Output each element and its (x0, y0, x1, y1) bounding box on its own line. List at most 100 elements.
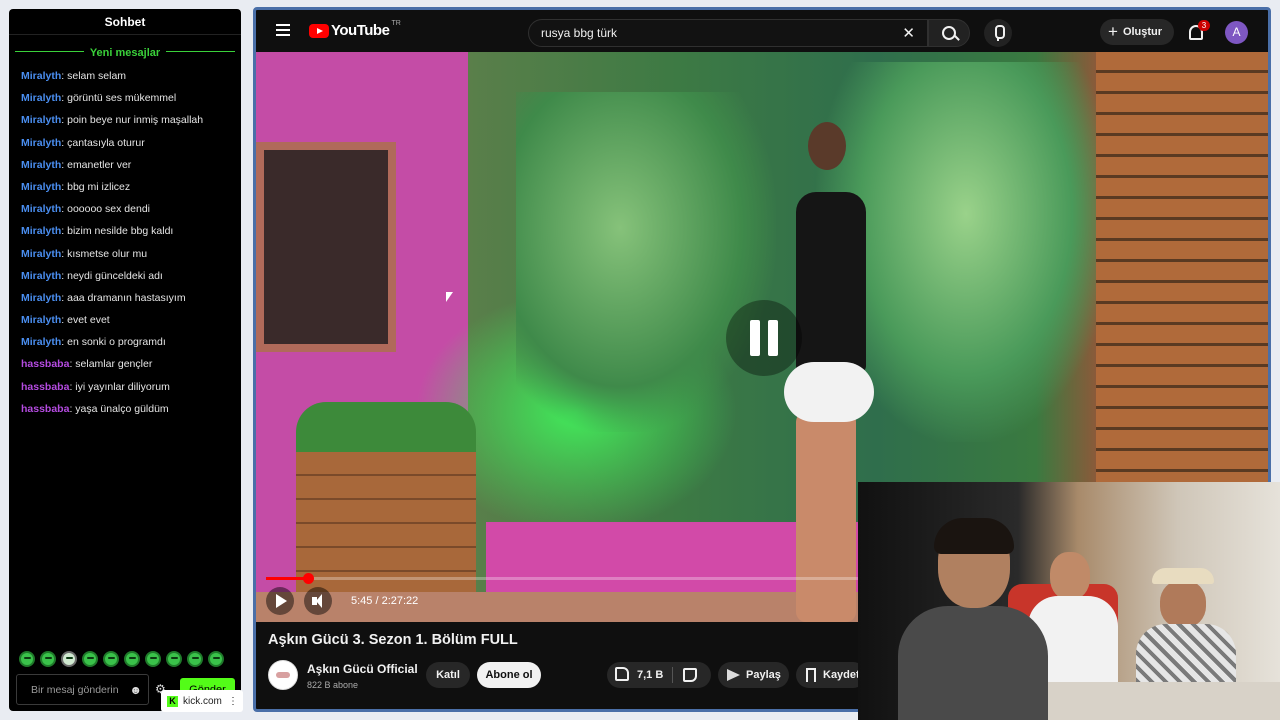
join-button[interactable]: Katıl (426, 662, 470, 688)
scene-person-skirt (784, 362, 874, 422)
frog-emote-icon[interactable] (187, 651, 203, 667)
share-button[interactable]: Paylaş (718, 662, 789, 688)
thumbs-down-icon[interactable] (683, 668, 697, 682)
chat-message-author[interactable]: Miralyth (21, 92, 61, 104)
chat-message-author[interactable]: Miralyth (21, 292, 61, 304)
scene-window (256, 142, 396, 352)
chat-message-author[interactable]: Miralyth (21, 248, 61, 260)
kick-url: kick.com (183, 695, 222, 707)
progress-played (266, 577, 308, 580)
more-options-icon[interactable]: ⋮ (228, 696, 238, 707)
panda-emote-icon[interactable] (61, 651, 77, 667)
notification-badge: 3 (1198, 20, 1210, 31)
like-count[interactable]: 7,1 B (637, 662, 663, 688)
scene-planter (296, 452, 476, 592)
chat-message: Miralyth: çantasıyla oturur (21, 132, 241, 154)
kick-logo-icon: K (167, 695, 178, 707)
chat-message-author[interactable]: Miralyth (21, 159, 61, 171)
frog-emote-icon[interactable] (145, 651, 161, 667)
youtube-play-logo-icon (309, 23, 329, 38)
frog-emote-icon[interactable] (208, 651, 224, 667)
webcam-overlay (858, 482, 1280, 720)
frog-emote-icon[interactable] (19, 651, 35, 667)
chat-message-author[interactable]: Miralyth (21, 336, 61, 348)
kick-url-bar[interactable]: K kick.com ⋮ (161, 690, 243, 712)
chat-message-text: : neydi günceldeki adı (61, 269, 163, 282)
webcam-person-hat (1152, 568, 1214, 584)
region-code: TR (391, 20, 401, 27)
like-dislike-group: 7,1 B (607, 662, 711, 688)
create-button[interactable]: + Oluştur (1100, 19, 1174, 45)
chat-message-text: : yaşa ünalço güldüm (69, 402, 169, 415)
menu-icon[interactable] (276, 24, 290, 36)
webcam-person-body (898, 606, 1048, 720)
chat-message: hassbaba: yaşa ünalço güldüm (21, 398, 241, 420)
bookmark-icon (806, 668, 816, 682)
share-label: Paylaş (746, 669, 781, 681)
chat-message-author[interactable]: Miralyth (21, 114, 61, 126)
chat-message-author[interactable]: Miralyth (21, 314, 61, 326)
scene-plants (296, 402, 476, 452)
webcam-streamer (898, 518, 1048, 720)
chat-input-placeholder: Bir mesaj gönderin (31, 683, 119, 696)
chat-message-text: : evet evet (61, 314, 110, 327)
channel-name[interactable]: Aşkın Gücü Official (307, 662, 418, 676)
webcam-person-hair (934, 518, 1014, 554)
chat-message: Miralyth: poin beye nur inmiş maşallah (21, 109, 241, 131)
chat-message-author[interactable]: Miralyth (21, 181, 61, 193)
emoji-icon[interactable]: ☻ (129, 683, 142, 697)
chat-message: Miralyth: emanetler ver (21, 154, 241, 176)
chat-message-author[interactable]: hassbaba (21, 358, 69, 370)
frog-emote-icon[interactable] (40, 651, 56, 667)
thumbs-up-icon[interactable] (615, 667, 629, 681)
notifications-bell-icon[interactable]: 3 (1186, 20, 1210, 42)
save-button[interactable]: Kaydet (796, 662, 866, 688)
progress-scrubber-handle[interactable] (302, 573, 314, 584)
frog-emote-icon[interactable] (103, 651, 119, 667)
search-query: rusya bbg türk (541, 26, 618, 40)
search-input[interactable]: rusya bbg türk ✕ (528, 19, 928, 47)
divider (672, 667, 673, 683)
youtube-header: YouTube TR rusya bbg türk ✕ + Oluştur 3 … (256, 10, 1268, 52)
chat-message-input[interactable]: Bir mesaj gönderin ☻ (16, 674, 149, 705)
chat-message-text: : emanetler ver (61, 158, 132, 171)
search-button[interactable] (928, 19, 970, 47)
plus-icon: + (1108, 22, 1118, 41)
chat-message: Miralyth: selam selam (21, 65, 241, 87)
new-messages-divider: Yeni mesajlar (15, 43, 235, 59)
chat-message-author[interactable]: Miralyth (21, 225, 61, 237)
frog-emote-icon[interactable] (166, 651, 182, 667)
chat-message-author[interactable]: Miralyth (21, 270, 61, 282)
new-messages-label: Yeni mesajlar (83, 47, 167, 59)
chat-message-text: : aaa dramanın hastasıyım (61, 291, 186, 304)
chat-message-author[interactable]: hassbaba (21, 381, 69, 393)
frog-emote-icon[interactable] (82, 651, 98, 667)
frog-emote-icon[interactable] (124, 651, 140, 667)
emote-bar (19, 651, 224, 667)
youtube-logo[interactable]: YouTube TR (309, 20, 401, 39)
chat-message-text: : bbg mi izlicez (61, 180, 131, 193)
chat-message-author[interactable]: Miralyth (21, 70, 61, 82)
video-title: Aşkın Gücü 3. Sezon 1. Bölüm FULL (268, 632, 518, 648)
chat-message-author[interactable]: hassbaba (21, 403, 69, 415)
volume-icon[interactable] (304, 587, 332, 615)
channel-avatar[interactable] (268, 660, 298, 690)
account-avatar[interactable]: A (1225, 21, 1248, 44)
chat-message: Miralyth: kısmetse olur mu (21, 243, 241, 265)
chat-message-text: : selam selam (61, 70, 127, 82)
webcam-person-head (1160, 580, 1206, 628)
chat-message-text: : bizim nesilde bbg kaldı (61, 225, 174, 238)
chat-message: Miralyth: evet evet (21, 309, 241, 331)
chat-message-text: : görüntü ses mükemmel (61, 92, 177, 105)
scene-foliage (516, 92, 776, 432)
chat-message: hassbaba: iyi yayınlar diliyorum (21, 376, 241, 398)
chat-message: Miralyth: bizim nesilde bbg kaldı (21, 220, 241, 242)
voice-search-icon[interactable] (984, 19, 1012, 47)
clear-search-icon[interactable]: ✕ (902, 24, 915, 42)
chat-message-author[interactable]: Miralyth (21, 203, 61, 215)
play-button[interactable] (266, 587, 294, 615)
subscribe-button[interactable]: Abone ol (477, 662, 541, 688)
pause-indicator-icon[interactable] (726, 300, 802, 376)
time-display: 5:45 / 2:27:22 (351, 595, 419, 607)
chat-message-author[interactable]: Miralyth (21, 137, 61, 149)
